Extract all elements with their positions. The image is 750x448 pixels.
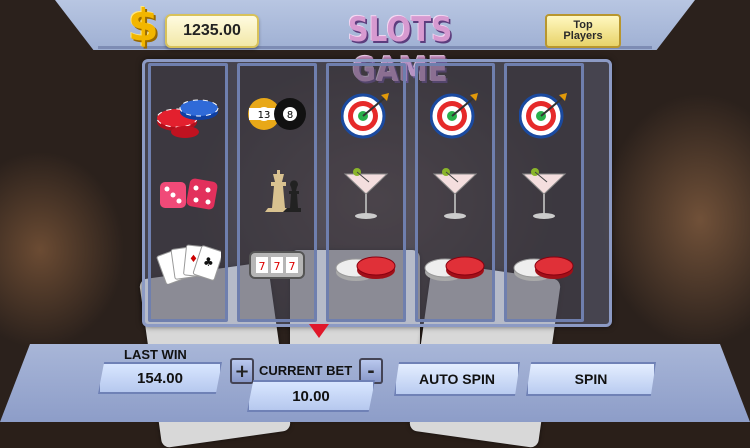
current-bet-label: CURRENT BET	[259, 363, 353, 378]
dollar-icon: $	[128, 0, 159, 51]
spin-button[interactable]: SPIN	[526, 362, 656, 396]
last-win-value: 154.00	[137, 369, 183, 387]
ball-8-label: 8	[287, 110, 293, 121]
svg-text:7: 7	[289, 260, 296, 273]
last-win-display: 154.00	[98, 362, 222, 394]
dart-target-icon	[341, 92, 391, 142]
top-players-label-line2: Players	[563, 30, 603, 42]
reel-2: 13 8 7 7 7	[237, 63, 317, 322]
current-bet-display: 10.00	[247, 380, 375, 412]
increase-bet-button[interactable]: +	[230, 358, 254, 384]
dart-target-icon	[519, 92, 569, 142]
svg-text:7: 7	[259, 260, 266, 273]
auto-spin-label: AUTO SPIN	[419, 371, 495, 387]
reel-3	[326, 63, 406, 322]
reel-4	[415, 63, 495, 322]
last-win-label: LAST WIN	[124, 347, 187, 362]
checkers-icon	[512, 250, 576, 284]
slot-machine-icon: 7 7 7	[248, 250, 306, 280]
top-players-button[interactable]: Top Players	[545, 14, 621, 48]
svg-text:♣: ♣	[203, 255, 214, 269]
auto-spin-button[interactable]: AUTO SPIN	[394, 362, 520, 396]
svg-text:♦: ♦	[189, 254, 198, 265]
checkers-icon	[334, 250, 398, 284]
martini-glass-icon	[519, 166, 569, 220]
billiard-balls-icon: 13 8	[244, 94, 310, 134]
svg-text:7: 7	[274, 260, 281, 273]
checkers-icon	[423, 250, 487, 284]
balance-value: 1235.00	[183, 22, 241, 39]
current-bet-value: 10.00	[292, 387, 330, 405]
reel-5	[504, 63, 584, 322]
spin-label: SPIN	[574, 371, 608, 387]
dart-target-icon	[430, 92, 480, 142]
martini-glass-icon	[430, 166, 480, 220]
ball-13-label: 13	[258, 110, 271, 121]
dice-icon	[156, 176, 220, 214]
poker-chips-icon	[155, 94, 221, 140]
balance-display: 1235.00	[165, 14, 259, 48]
chess-pieces-icon	[247, 156, 307, 216]
martini-glass-icon	[341, 166, 391, 220]
payline-pointer-icon	[309, 324, 329, 338]
reel-1: ♣ ♦	[148, 63, 228, 322]
playing-cards-icon: ♣ ♦	[155, 242, 221, 284]
